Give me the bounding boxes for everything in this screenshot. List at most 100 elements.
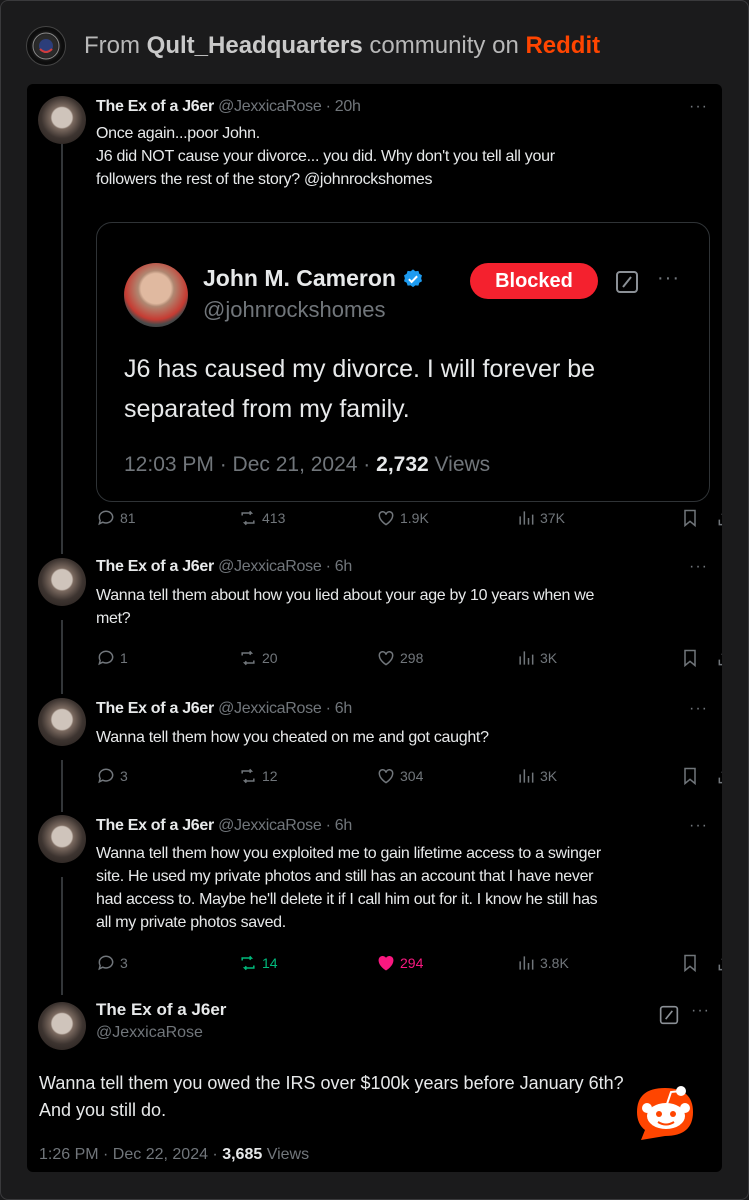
share-icon [718, 771, 722, 784]
bookmark-icon [684, 954, 696, 973]
tweet-header: The Ex of a J6er @JexxicaRose · 20h [96, 98, 361, 115]
quoted-avatar[interactable] [124, 263, 188, 327]
retweet-button[interactable]: 14 [238, 953, 278, 973]
verified-badge-icon [403, 268, 422, 287]
tweet-header: The Ex of a J6er @JexxicaRose · 6h [96, 558, 353, 575]
avatar[interactable] [38, 815, 86, 863]
like-button[interactable]: 1.9K [376, 508, 429, 528]
views-icon [519, 511, 534, 525]
quoted-text-line: J6 has caused my divorce. I will forever… [124, 355, 596, 383]
heart-icon [378, 510, 394, 526]
bookmark-button[interactable] [680, 766, 700, 786]
views-count: 37K [540, 510, 565, 526]
grok-icon[interactable] [615, 270, 639, 294]
share-icon [718, 958, 722, 971]
views-button[interactable]: 37K [516, 508, 565, 528]
avatar[interactable] [38, 1002, 86, 1050]
like-button[interactable]: 294 [376, 953, 423, 973]
tweet-actions: 3 14 294 3.8K [96, 953, 722, 975]
quoted-views-label: Views [428, 453, 491, 476]
tweet-text-line: Once again...poor John. [96, 125, 260, 142]
quoted-views-count: 2,732 [376, 453, 429, 476]
retweet-count: 413 [262, 510, 286, 526]
tweet-time[interactable]: 6h [335, 817, 353, 834]
retweet-count: 14 [262, 955, 278, 971]
share-button[interactable] [716, 508, 722, 528]
quoted-handle[interactable]: @johnrockshomes [203, 297, 386, 323]
reply-icon [98, 955, 114, 971]
bookmark-button[interactable] [680, 508, 700, 528]
views-button[interactable]: 3K [516, 648, 557, 668]
author-handle[interactable]: @JexxicaRose [218, 558, 322, 575]
like-count: 1.9K [400, 510, 429, 526]
quoted-author[interactable]: John M. Cameron [203, 265, 424, 292]
quoted-time[interactable]: 12:03 PM · Dec 21, 2024 · [124, 453, 376, 476]
tweet-text: Wanna tell them about how you lied about… [96, 584, 696, 630]
bookmark-button[interactable] [680, 648, 700, 668]
author-name[interactable]: The Ex of a J6er [96, 558, 214, 575]
reply-button[interactable]: 3 [96, 953, 128, 973]
more-options-icon[interactable]: ··· [691, 1002, 710, 1020]
tweet-time[interactable]: 20h [335, 98, 361, 115]
author-name[interactable]: The Ex of a J6er [96, 700, 214, 717]
reply-button[interactable]: 1 [96, 648, 128, 668]
reply-button[interactable]: 81 [96, 508, 136, 528]
share-button[interactable] [716, 766, 722, 786]
author-name[interactable]: The Ex of a J6er [96, 98, 214, 115]
platform-name[interactable]: Reddit [525, 32, 600, 59]
retweet-button[interactable]: 12 [238, 766, 278, 786]
share-button[interactable] [716, 953, 722, 973]
author-handle[interactable]: @JexxicaRose [218, 98, 322, 115]
author-handle[interactable]: @JexxicaRose [218, 817, 322, 834]
quoted-text-line: separated from my family. [124, 395, 410, 423]
quoted-timestamp: 12:03 PM · Dec 21, 2024 · 2,732 Views [124, 453, 490, 477]
more-options-icon[interactable]: ··· [689, 817, 708, 835]
tweet-actions: 1 20 298 3K [96, 648, 722, 670]
reddit-snoo-icon [637, 1086, 693, 1140]
reply-button[interactable]: 3 [96, 766, 128, 786]
avatar[interactable] [38, 558, 86, 606]
retweet-button[interactable]: 413 [238, 508, 285, 528]
heart-icon [378, 955, 394, 971]
author-handle[interactable]: @JexxicaRose [96, 1024, 203, 1042]
retweet-button[interactable]: 20 [238, 648, 278, 668]
author-name[interactable]: The Ex of a J6er [96, 817, 214, 834]
reply-count: 1 [120, 650, 128, 666]
tweet-header: The Ex of a J6er @JexxicaRose · 6h [96, 700, 353, 717]
reply-icon [98, 510, 114, 526]
tweet-text-line: J6 did NOT cause your divorce... you did… [96, 148, 555, 165]
grok-icon[interactable] [659, 1005, 679, 1025]
like-button[interactable]: 298 [376, 648, 423, 668]
author-name[interactable]: The Ex of a J6er [96, 1000, 226, 1020]
share-button[interactable] [716, 648, 722, 668]
tweet-actions: 81 413 1.9K 37K [96, 508, 722, 530]
thread-line [61, 877, 63, 995]
views-count: 3K [540, 768, 558, 784]
avatar[interactable] [38, 698, 86, 746]
community-name-link[interactable]: Qult_Headquarters [147, 32, 363, 59]
retweet-icon [241, 650, 255, 666]
tweet-text-line: And you still do. [39, 1100, 167, 1120]
views-button[interactable]: 3K [516, 766, 557, 786]
more-options-icon[interactable]: ··· [689, 558, 708, 576]
tweet-text: Wanna tell them how you cheated on me an… [96, 726, 696, 749]
views-button[interactable]: 3.8K [516, 953, 569, 973]
quoted-tweet[interactable]: John M. Cameron @johnrockshomes Blocked … [96, 222, 710, 502]
share-icon [718, 513, 722, 526]
main-time[interactable]: 1:26 PM · Dec 22, 2024 · [39, 1146, 222, 1163]
more-options-icon[interactable]: ··· [657, 267, 680, 290]
community-logo-icon [32, 32, 60, 60]
like-button[interactable]: 304 [376, 766, 423, 786]
tweet-time[interactable]: 6h [335, 558, 353, 575]
avatar[interactable] [38, 96, 86, 144]
author-handle[interactable]: @JexxicaRose [218, 700, 322, 717]
community-avatar[interactable] [26, 26, 66, 66]
more-options-icon[interactable]: ··· [689, 98, 708, 116]
like-count: 298 [400, 650, 424, 666]
reply-count: 3 [120, 955, 128, 971]
tweet-time[interactable]: 6h [335, 700, 353, 717]
more-options-icon[interactable]: ··· [689, 700, 708, 718]
blocked-button[interactable]: Blocked [470, 263, 598, 299]
quoted-text: J6 has caused my divorce. I will forever… [124, 349, 684, 429]
bookmark-button[interactable] [680, 953, 700, 973]
